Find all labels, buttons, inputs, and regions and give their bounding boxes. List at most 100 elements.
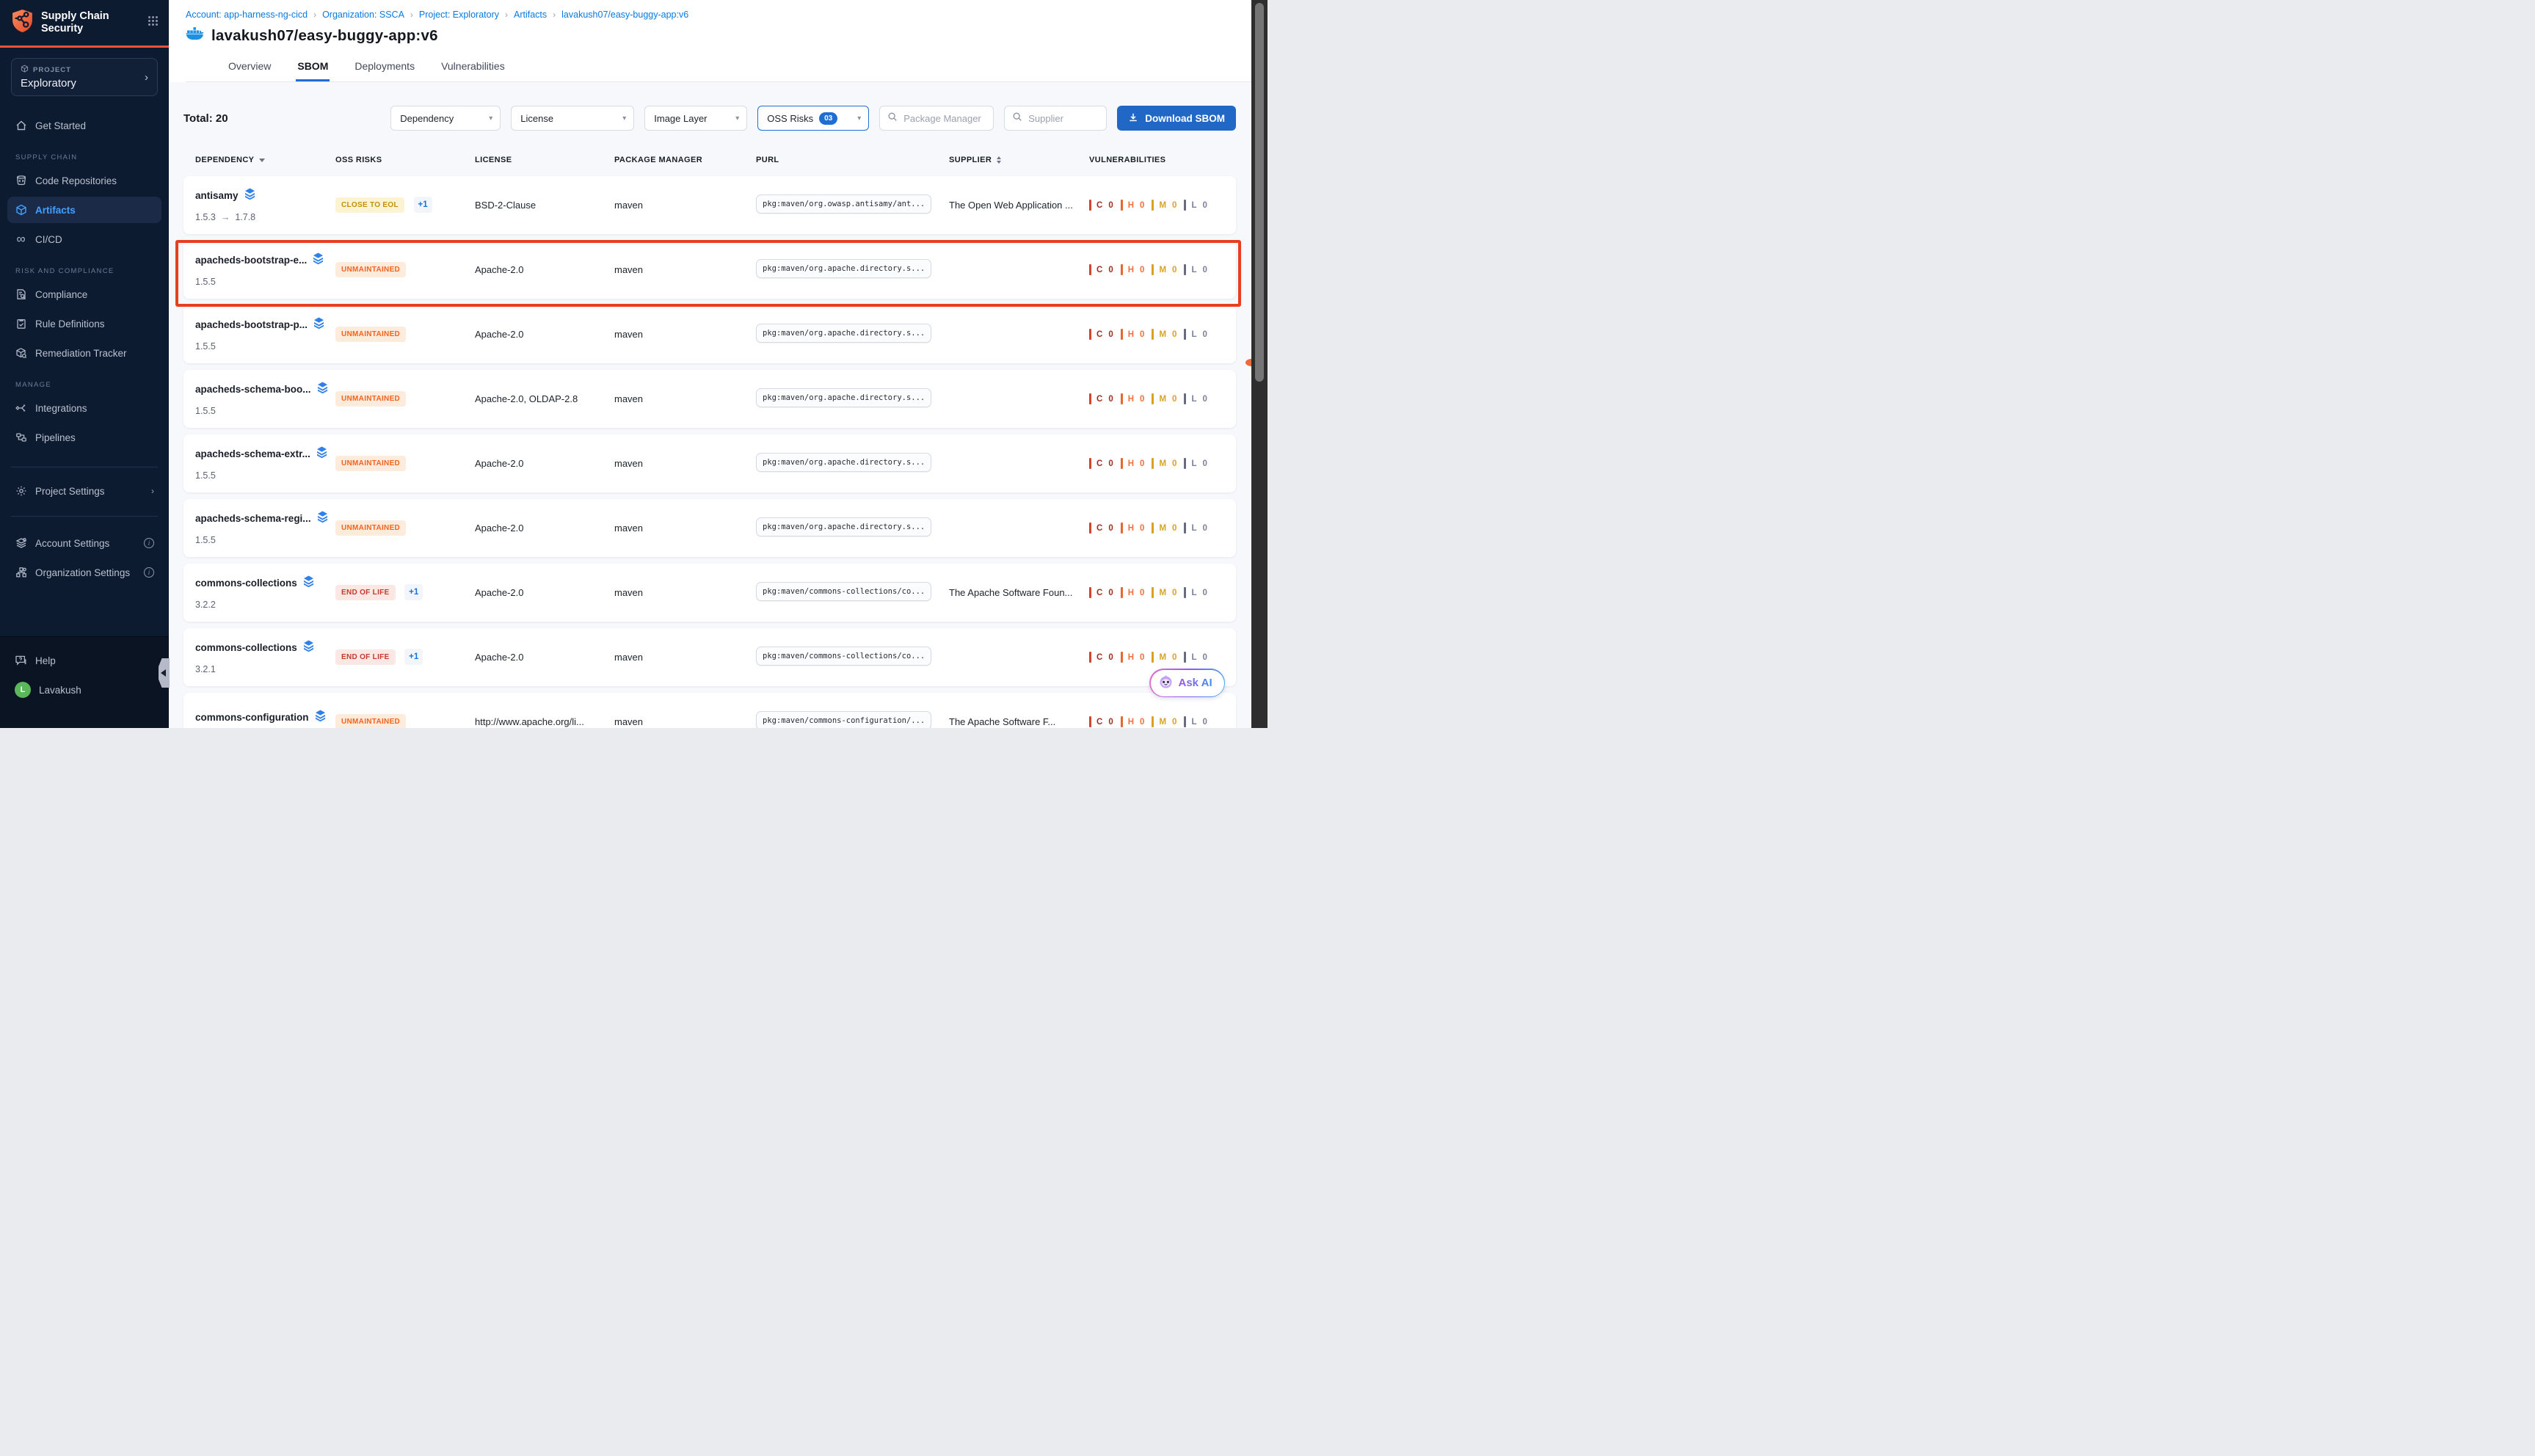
table-row[interactable]: antisamy 1.5.3 → 1.7.8 CLOSE TO EOL +1 B… — [183, 176, 1236, 234]
dependency-name[interactable]: commons-collections — [195, 642, 297, 653]
ask-ai-button[interactable]: Ask AI — [1149, 669, 1225, 697]
sidebar-item-rule-definitions[interactable]: Rule Definitions — [7, 310, 161, 337]
high-count: H0 — [1121, 329, 1146, 340]
license-filter-dropdown[interactable]: License ▾ — [511, 106, 634, 131]
info-icon[interactable]: i — [144, 538, 154, 548]
breadcrumb-account[interactable]: Account: app-harness-ng-cicd — [186, 10, 308, 20]
more-risks-badge[interactable]: +1 — [404, 584, 423, 600]
severity-letter: H — [1128, 653, 1135, 662]
brand-accent-divider — [0, 46, 169, 48]
sidebar-item-organization-settings[interactable]: Organization Settings i — [7, 559, 161, 586]
high-bar — [1121, 329, 1123, 340]
table-row[interactable]: apacheds-schema-boo... 1.5.5 UNMAINTAINE… — [183, 370, 1236, 428]
purl-value[interactable]: pkg:maven/org.apache.directory.s... — [756, 324, 931, 343]
dependency-version: 1.5.5 — [195, 406, 335, 416]
sidebar: Supply Chain Security — [0, 0, 169, 728]
table-row-highlighted[interactable]: apacheds-bootstrap-e... 1.5.5 UNMAINTAIN… — [183, 241, 1236, 299]
package-manager-cell: maven — [614, 329, 756, 340]
app-switcher-grid-icon[interactable] — [148, 15, 159, 30]
app-window: Supply Chain Security — [0, 0, 1268, 728]
critical-bar — [1089, 329, 1091, 340]
sidebar-item-code-repositories[interactable]: Code Repositories — [7, 167, 161, 194]
dependency-filter-dropdown[interactable]: Dependency ▾ — [390, 106, 501, 131]
high-bar — [1121, 587, 1123, 598]
account-layers-gear-icon — [15, 537, 27, 549]
sidebar-item-label: CI/CD — [35, 234, 62, 245]
tab-deployments[interactable]: Deployments — [353, 54, 416, 81]
sidebar-item-integrations[interactable]: Integrations — [7, 395, 161, 421]
more-risks-badge[interactable]: +1 — [414, 197, 432, 213]
table-row[interactable]: commons-collections 3.2.1 END OF LIFE +1… — [183, 628, 1236, 686]
sidebar-collapse-handle[interactable] — [159, 658, 170, 688]
sidebar-item-label: Organization Settings — [35, 567, 130, 578]
purl-value[interactable]: pkg:maven/org.owasp.antisamy/ant... — [756, 194, 931, 214]
supplier-input[interactable] — [1028, 113, 1099, 124]
scrollbar-thumb[interactable] — [1255, 3, 1264, 382]
sidebar-item-pipelines[interactable]: Pipelines — [7, 424, 161, 451]
breadcrumb-project[interactable]: Project: Exploratory — [419, 10, 499, 20]
table-row[interactable]: apacheds-schema-extr... 1.5.5 UNMAINTAIN… — [183, 434, 1236, 492]
license-cell: Apache-2.0 — [475, 264, 614, 275]
purl-value[interactable]: pkg:maven/commons-configuration/... — [756, 711, 931, 728]
purl-value[interactable]: pkg:maven/commons-collections/co... — [756, 582, 931, 601]
sidebar-item-help[interactable]: Help — [7, 647, 161, 674]
breadcrumb-artifact-name[interactable]: lavakush07/easy-buggy-app:v6 — [561, 10, 688, 20]
breadcrumb-organization[interactable]: Organization: SSCA — [322, 10, 404, 20]
purl-value[interactable]: pkg:maven/org.apache.directory.s... — [756, 517, 931, 536]
app-title: Supply Chain Security — [41, 10, 140, 36]
dependency-name[interactable]: commons-collections — [195, 578, 297, 589]
purl-value[interactable]: pkg:maven/commons-collections/co... — [756, 647, 931, 666]
dependency-cell: antisamy 1.5.3 → 1.7.8 — [195, 188, 335, 222]
table-row[interactable]: commons-collections 3.2.2 END OF LIFE +1… — [183, 564, 1236, 622]
severity-letter: L — [1191, 201, 1197, 210]
tab-sbom[interactable]: SBOM — [296, 54, 330, 81]
sidebar-item-remediation-tracker[interactable]: Remediation Tracker — [7, 340, 161, 366]
oss-risks-filter-dropdown[interactable]: OSS Risks 03 ▾ — [757, 106, 869, 131]
sidebar-item-get-started[interactable]: Get Started — [7, 112, 161, 139]
package-manager-search[interactable] — [879, 106, 994, 131]
table-row[interactable]: apacheds-schema-regi... 1.5.5 UNMAINTAIN… — [183, 499, 1236, 557]
column-supplier[interactable]: SUPPLIER — [949, 156, 1089, 164]
breadcrumb-artifacts[interactable]: Artifacts — [514, 10, 547, 20]
package-manager-cell: maven — [614, 200, 756, 211]
dependency-name[interactable]: apacheds-bootstrap-p... — [195, 319, 308, 330]
scrollbar-track[interactable] — [1251, 0, 1268, 728]
download-sbom-button[interactable]: Download SBOM — [1117, 106, 1236, 131]
purl-value[interactable]: pkg:maven/org.apache.directory.s... — [756, 388, 931, 407]
critical-bar — [1089, 264, 1091, 275]
dependency-name[interactable]: antisamy — [195, 190, 239, 201]
supplier-search[interactable] — [1004, 106, 1107, 131]
sidebar-item-cicd[interactable]: ∞ CI/CD — [7, 226, 161, 252]
tab-overview[interactable]: Overview — [227, 54, 272, 81]
dependency-name[interactable]: commons-configuration — [195, 712, 309, 723]
sidebar-item-user[interactable]: L Lavakush — [7, 677, 161, 703]
purl-cell: pkg:maven/org.apache.directory.s... — [756, 517, 949, 539]
table-row[interactable]: apacheds-bootstrap-p... 1.5.5 UNMAINTAIN… — [183, 305, 1236, 363]
purl-value[interactable]: pkg:maven/org.apache.directory.s... — [756, 453, 931, 472]
sidebar-item-account-settings[interactable]: Account Settings i — [7, 530, 161, 556]
dependency-name[interactable]: apacheds-bootstrap-e... — [195, 255, 307, 266]
dependency-name[interactable]: apacheds-schema-extr... — [195, 448, 310, 459]
image-layer-filter-dropdown[interactable]: Image Layer ▾ — [644, 106, 747, 131]
package-manager-cell: maven — [614, 264, 756, 275]
tab-vulnerabilities[interactable]: Vulnerabilities — [440, 54, 506, 81]
dependency-name[interactable]: apacheds-schema-regi... — [195, 513, 311, 524]
table-row[interactable]: commons-configuration UNMAINTAINED http:… — [183, 693, 1236, 728]
purl-value[interactable]: pkg:maven/org.apache.directory.s... — [756, 259, 931, 278]
vulnerabilities-cell: C0 H0 M0 L0 — [1089, 264, 1236, 275]
sidebar-item-artifacts[interactable]: Artifacts — [7, 197, 161, 223]
chevron-right-icon: › — [145, 71, 148, 84]
critical-bar — [1089, 523, 1091, 534]
info-icon[interactable]: i — [144, 567, 154, 578]
dependency-name[interactable]: apacheds-schema-boo... — [195, 384, 311, 395]
supplier-cell: The Open Web Application ... — [949, 200, 1089, 211]
more-risks-badge[interactable]: +1 — [404, 649, 423, 665]
column-dependency[interactable]: DEPENDENCY — [195, 156, 335, 164]
sidebar-item-project-settings[interactable]: Project Settings › — [7, 478, 161, 504]
severity-letter: H — [1128, 201, 1135, 210]
project-selector[interactable]: PROJECT Exploratory › — [11, 58, 158, 96]
sidebar-item-compliance[interactable]: Compliance — [7, 281, 161, 307]
medium-count: M0 — [1152, 458, 1177, 469]
critical-count: C0 — [1089, 523, 1114, 534]
package-manager-input[interactable] — [903, 113, 986, 124]
